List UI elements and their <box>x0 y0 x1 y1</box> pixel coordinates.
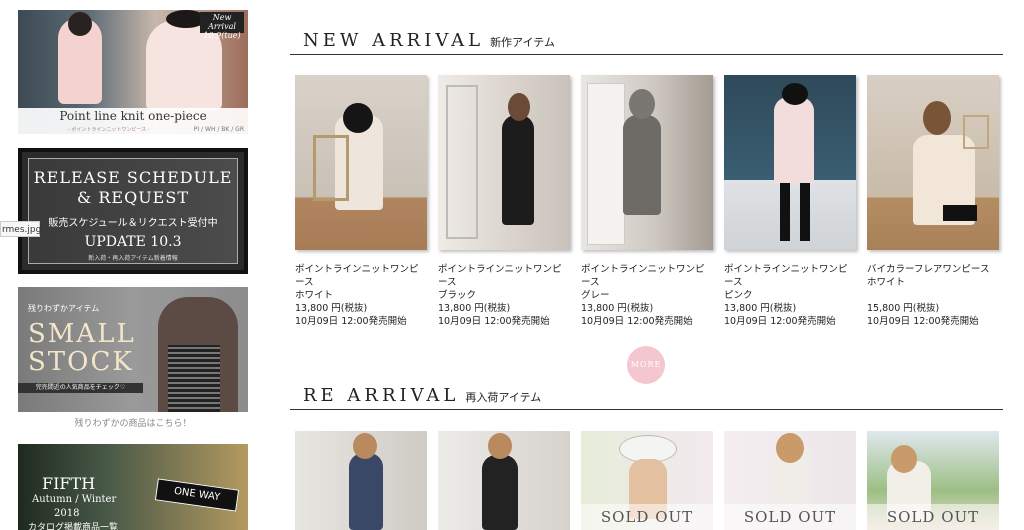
banner-small-stock[interactable]: 残りわずかアイテム SMALL STOCK 完売間近の人気商品をチェック♡ <box>18 287 248 412</box>
sold-out-badge: SOLD OUT <box>867 504 999 530</box>
section-title-re-arrival: RE ARRIVAL 再入荷アイテム <box>303 385 541 406</box>
decor-door <box>587 83 625 245</box>
model-figure <box>482 455 518 530</box>
filename-tooltip: rmes.jpg <box>0 221 41 237</box>
section-title-jp: 新作アイテム <box>490 36 555 49</box>
product-price: 13,800 円(税抜) <box>581 303 654 314</box>
model-figure <box>774 97 814 185</box>
product-color: ホワイト <box>867 277 906 288</box>
product-card[interactable]: ポイントラインニットワンピース ピンク 13,800 円(税抜) 10月09日 … <box>724 75 856 328</box>
product-color: ブラック <box>438 290 477 301</box>
re-arrival-product-image[interactable]: SOLD OUT <box>867 431 999 530</box>
model-boots <box>800 183 810 241</box>
release-date: 10月09日 12:00発売開始 <box>438 316 550 327</box>
section-title-en: RE ARRIVAL <box>303 385 460 406</box>
product-image[interactable] <box>724 75 856 250</box>
product-name[interactable]: ポイントラインニットワンピース <box>438 263 570 289</box>
release-date: 10月09日 12:00発売開始 <box>867 316 979 327</box>
banner-title: RELEASE SCHEDULE <box>33 168 233 187</box>
model-head <box>923 101 951 135</box>
banner-release-schedule[interactable]: RELEASE SCHEDULE & REQUEST 販売スケジュール＆リクエス… <box>18 148 248 274</box>
model-head <box>353 433 377 459</box>
section-divider <box>290 409 1003 410</box>
product-card[interactable]: ポイントラインニットワンピース ホワイト 13,800 円(税抜) 10月09日… <box>295 75 427 328</box>
product-image[interactable] <box>295 75 427 250</box>
banner-title: FIFTH <box>42 474 96 493</box>
banner-ribbon: Point line knit one-piece - ポイントラインニットワン… <box>18 108 248 134</box>
product-price: 15,800 円(税抜) <box>867 303 940 314</box>
re-arrival-product-image[interactable] <box>438 431 570 530</box>
product-price: 13,800 円(税抜) <box>295 303 368 314</box>
product-color: ホワイト <box>295 290 334 301</box>
re-arrival-product-image[interactable]: SOLD OUT <box>724 431 856 530</box>
product-image[interactable] <box>438 75 570 250</box>
banner-small-text: 残りわずかアイテム <box>28 304 100 313</box>
re-arrival-product-image[interactable] <box>295 431 427 530</box>
banner-title: STOCK <box>28 347 134 377</box>
banner-colors: PI / WH / BK / GR <box>193 126 244 133</box>
product-price: 13,800 円(税抜) <box>438 303 511 314</box>
product-name[interactable]: バイカラーフレアワンピース <box>867 263 999 276</box>
section-title-new-arrival: NEW ARRIVAL 新作アイテム <box>303 30 555 51</box>
banner-season: Autumn / Winter <box>32 494 117 505</box>
sold-out-badge: SOLD OUT <box>724 504 856 530</box>
product-price: 13,800 円(税抜) <box>724 303 797 314</box>
product-name[interactable]: ポイントラインニットワンピース <box>295 263 427 289</box>
banner-title: & REQUEST <box>77 188 189 207</box>
section-divider <box>290 54 1003 55</box>
model-beanie <box>629 89 655 119</box>
banner-caption: 新入荷・再入荷アイテム新着情報 <box>88 255 178 262</box>
banner-subtitle: 販売スケジュール＆リクエスト受付中 <box>48 218 218 229</box>
decor-window <box>446 85 478 239</box>
banner-title: SMALL <box>28 319 136 349</box>
section-title-en: NEW ARRIVAL <box>303 30 485 51</box>
model-figure <box>349 453 383 530</box>
banner-update: UPDATE 10.3 <box>84 234 182 250</box>
product-color: ピンク <box>724 290 753 301</box>
model-outfit <box>168 345 220 412</box>
banner-year: 2018 <box>54 508 80 519</box>
product-name[interactable]: ポイントラインニットワンピース <box>581 263 713 289</box>
banner-point-line-knit[interactable]: New Arrival 10.9(tue) Point line knit on… <box>18 10 248 134</box>
decor-frame <box>313 135 349 201</box>
small-stock-link[interactable]: 残りわずかの商品はこちら！ <box>18 416 248 429</box>
model-figure <box>502 115 534 225</box>
product-card[interactable]: バイカラーフレアワンピース ホワイト 15,800 円(税抜) 10月09日 1… <box>867 75 999 328</box>
product-card[interactable]: ポイントラインニットワンピース ブラック 13,800 円(税抜) 10月09日… <box>438 75 570 328</box>
model-hat <box>782 83 808 105</box>
more-button[interactable]: MORE <box>627 346 665 384</box>
product-color: グレー <box>581 290 610 301</box>
model-boots <box>780 183 790 241</box>
product-image[interactable] <box>867 75 999 250</box>
model-image <box>58 12 102 104</box>
banner-bar: 完売間近の人気商品をチェック♡ <box>18 383 143 393</box>
model-head <box>776 433 804 463</box>
model-head <box>891 445 917 473</box>
release-date: 10月09日 12:00発売開始 <box>295 316 407 327</box>
re-arrival-product-image[interactable]: SOLD OUT <box>581 431 713 530</box>
product-card[interactable]: ポイントラインニットワンピース グレー 13,800 円(税抜) 10月09日 … <box>581 75 713 328</box>
banner-fifth-catalog[interactable]: ONE WAY FIFTH Autumn / Winter 2018 カタログ掲… <box>18 444 248 530</box>
sold-out-badge: SOLD OUT <box>581 504 713 530</box>
section-title-jp: 再入荷アイテム <box>465 391 542 404</box>
model-head <box>488 433 512 459</box>
release-date: 10月09日 12:00発売開始 <box>724 316 836 327</box>
model-figure <box>623 115 661 215</box>
dress-hem <box>943 205 977 221</box>
new-arrival-tag: New Arrival 10.9(tue) <box>200 12 244 40</box>
product-name[interactable]: ポイントラインニットワンピース <box>724 263 856 289</box>
banner-caption: カタログ掲載商品一覧 <box>28 523 119 530</box>
street-sign: ONE WAY <box>154 478 240 512</box>
product-image[interactable] <box>581 75 713 250</box>
decor-frame <box>963 115 989 149</box>
banner-title: Point line knit one-piece <box>59 109 207 123</box>
model-hat <box>343 103 373 133</box>
model-head <box>508 93 530 121</box>
release-date: 10月09日 12:00発売開始 <box>581 316 693 327</box>
banner-subtitle: - ポイントラインニットワンピース - <box>68 127 150 133</box>
